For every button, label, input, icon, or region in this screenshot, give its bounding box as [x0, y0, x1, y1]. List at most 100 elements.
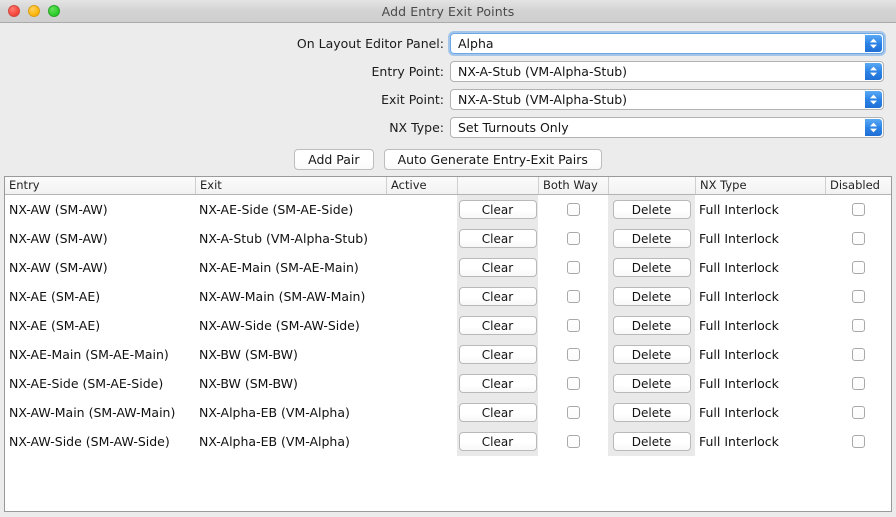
delete-button[interactable]: Delete: [613, 287, 691, 306]
cell-exit: NX-AW-Side (SM-AW-Side): [195, 311, 386, 340]
column-header-entry[interactable]: Entry: [5, 177, 195, 194]
exit-point-stepper-icon[interactable]: [865, 91, 882, 108]
both-way-checkbox[interactable]: [567, 261, 580, 274]
layout-editor-panel-combobox[interactable]: Alpha: [450, 33, 884, 54]
table-row[interactable]: NX-AW (SM-AW)NX-A-Stub (VM-Alpha-Stub)Cl…: [5, 224, 891, 253]
column-header-nx-type[interactable]: NX Type: [695, 177, 825, 194]
add-pair-button[interactable]: Add Pair: [294, 149, 373, 170]
cell-disabled: [825, 427, 891, 456]
entry-point-combobox[interactable]: NX-A-Stub (VM-Alpha-Stub): [450, 61, 884, 82]
clear-button[interactable]: Clear: [459, 200, 537, 219]
column-header-both-way[interactable]: Both Way: [538, 177, 608, 194]
table-row[interactable]: NX-AE-Main (SM-AE-Main)NX-BW (SM-BW)Clea…: [5, 340, 891, 369]
cell-nx-type: Full Interlock: [695, 195, 825, 224]
auto-generate-entry-exit-pairs-button[interactable]: Auto Generate Entry-Exit Pairs: [384, 149, 602, 170]
cell-active: [386, 224, 457, 253]
layout-editor-panel-stepper-icon[interactable]: [865, 35, 882, 52]
cell-delete: Delete: [608, 282, 695, 311]
delete-button[interactable]: Delete: [613, 432, 691, 451]
both-way-checkbox[interactable]: [567, 203, 580, 216]
cell-nx-type: Full Interlock: [695, 311, 825, 340]
column-header-spacer-5[interactable]: [608, 177, 695, 194]
cell-nx-type: Full Interlock: [695, 427, 825, 456]
column-header-exit[interactable]: Exit: [195, 177, 386, 194]
window-titlebar: Add Entry Exit Points: [0, 0, 896, 23]
table-row[interactable]: NX-AW (SM-AW)NX-AE-Main (SM-AE-Main)Clea…: [5, 253, 891, 282]
delete-button[interactable]: Delete: [613, 316, 691, 335]
clear-button[interactable]: Clear: [459, 403, 537, 422]
clear-button[interactable]: Clear: [459, 287, 537, 306]
clear-button[interactable]: Clear: [459, 229, 537, 248]
cell-both-way: [538, 398, 608, 427]
nx-type-stepper-icon[interactable]: [865, 119, 882, 136]
cell-entry: NX-AW (SM-AW): [5, 224, 195, 253]
cell-clear: Clear: [457, 224, 538, 253]
clear-button[interactable]: Clear: [459, 258, 537, 277]
maximize-button[interactable]: [48, 5, 60, 17]
both-way-checkbox[interactable]: [567, 435, 580, 448]
form-row-nx-type: NX Type:Set Turnouts Only: [0, 113, 896, 141]
cell-entry: NX-AW-Side (SM-AW-Side): [5, 427, 195, 456]
form-row-exit-point: Exit Point:NX-A-Stub (VM-Alpha-Stub): [0, 85, 896, 113]
table-row[interactable]: NX-AE (SM-AE)NX-AW-Side (SM-AW-Side)Clea…: [5, 311, 891, 340]
action-button-bar: Add Pair Auto Generate Entry-Exit Pairs: [0, 145, 896, 176]
exit-point-label: Exit Point:: [0, 92, 450, 107]
cell-clear: Clear: [457, 427, 538, 456]
exit-point-combobox[interactable]: NX-A-Stub (VM-Alpha-Stub): [450, 89, 884, 110]
clear-button[interactable]: Clear: [459, 316, 537, 335]
cell-nx-type: Full Interlock: [695, 340, 825, 369]
disabled-checkbox[interactable]: [852, 319, 865, 332]
nx-type-combobox[interactable]: Set Turnouts Only: [450, 117, 884, 138]
entry-point-value: NX-A-Stub (VM-Alpha-Stub): [451, 64, 627, 79]
cell-delete: Delete: [608, 340, 695, 369]
disabled-checkbox[interactable]: [852, 377, 865, 390]
cell-entry: NX-AE-Main (SM-AE-Main): [5, 340, 195, 369]
cell-entry: NX-AW (SM-AW): [5, 195, 195, 224]
delete-button[interactable]: Delete: [613, 200, 691, 219]
layout-editor-panel-label: On Layout Editor Panel:: [0, 36, 450, 51]
minimize-button[interactable]: [28, 5, 40, 17]
table-row[interactable]: NX-AE (SM-AE)NX-AW-Main (SM-AW-Main)Clea…: [5, 282, 891, 311]
delete-button[interactable]: Delete: [613, 374, 691, 393]
clear-button[interactable]: Clear: [459, 432, 537, 451]
both-way-checkbox[interactable]: [567, 232, 580, 245]
disabled-checkbox[interactable]: [852, 290, 865, 303]
delete-button[interactable]: Delete: [613, 345, 691, 364]
table-body: NX-AW (SM-AW)NX-AE-Side (SM-AE-Side)Clea…: [5, 195, 891, 511]
entry-point-stepper-icon[interactable]: [865, 63, 882, 80]
disabled-checkbox[interactable]: [852, 348, 865, 361]
disabled-checkbox[interactable]: [852, 406, 865, 419]
clear-button[interactable]: Clear: [459, 374, 537, 393]
both-way-checkbox[interactable]: [567, 348, 580, 361]
cell-exit: NX-AW-Main (SM-AW-Main): [195, 282, 386, 311]
cell-exit: NX-AE-Side (SM-AE-Side): [195, 195, 386, 224]
cell-both-way: [538, 427, 608, 456]
disabled-checkbox[interactable]: [852, 232, 865, 245]
cell-disabled: [825, 398, 891, 427]
both-way-checkbox[interactable]: [567, 377, 580, 390]
cell-active: [386, 398, 457, 427]
both-way-checkbox[interactable]: [567, 406, 580, 419]
disabled-checkbox[interactable]: [852, 203, 865, 216]
cell-delete: Delete: [608, 311, 695, 340]
clear-button[interactable]: Clear: [459, 345, 537, 364]
table-row[interactable]: NX-AE-Side (SM-AE-Side)NX-BW (SM-BW)Clea…: [5, 369, 891, 398]
table-row[interactable]: NX-AW-Main (SM-AW-Main)NX-Alpha-EB (VM-A…: [5, 398, 891, 427]
column-header-active[interactable]: Active: [386, 177, 457, 194]
cell-active: [386, 282, 457, 311]
disabled-checkbox[interactable]: [852, 261, 865, 274]
delete-button[interactable]: Delete: [613, 229, 691, 248]
delete-button[interactable]: Delete: [613, 258, 691, 277]
close-button[interactable]: [8, 5, 20, 17]
cell-entry: NX-AE-Side (SM-AE-Side): [5, 369, 195, 398]
column-header-disabled[interactable]: Disabled: [825, 177, 891, 194]
disabled-checkbox[interactable]: [852, 435, 865, 448]
column-header-spacer-3[interactable]: [457, 177, 538, 194]
table-row[interactable]: NX-AW (SM-AW)NX-AE-Side (SM-AE-Side) Clea…: [5, 195, 891, 224]
delete-button[interactable]: Delete: [613, 403, 691, 422]
both-way-checkbox[interactable]: [567, 290, 580, 303]
cell-clear: Clear: [457, 195, 538, 224]
table-row[interactable]: NX-AW-Side (SM-AW-Side)NX-Alpha-EB (VM-A…: [5, 427, 891, 456]
cell-both-way: [538, 340, 608, 369]
both-way-checkbox[interactable]: [567, 319, 580, 332]
